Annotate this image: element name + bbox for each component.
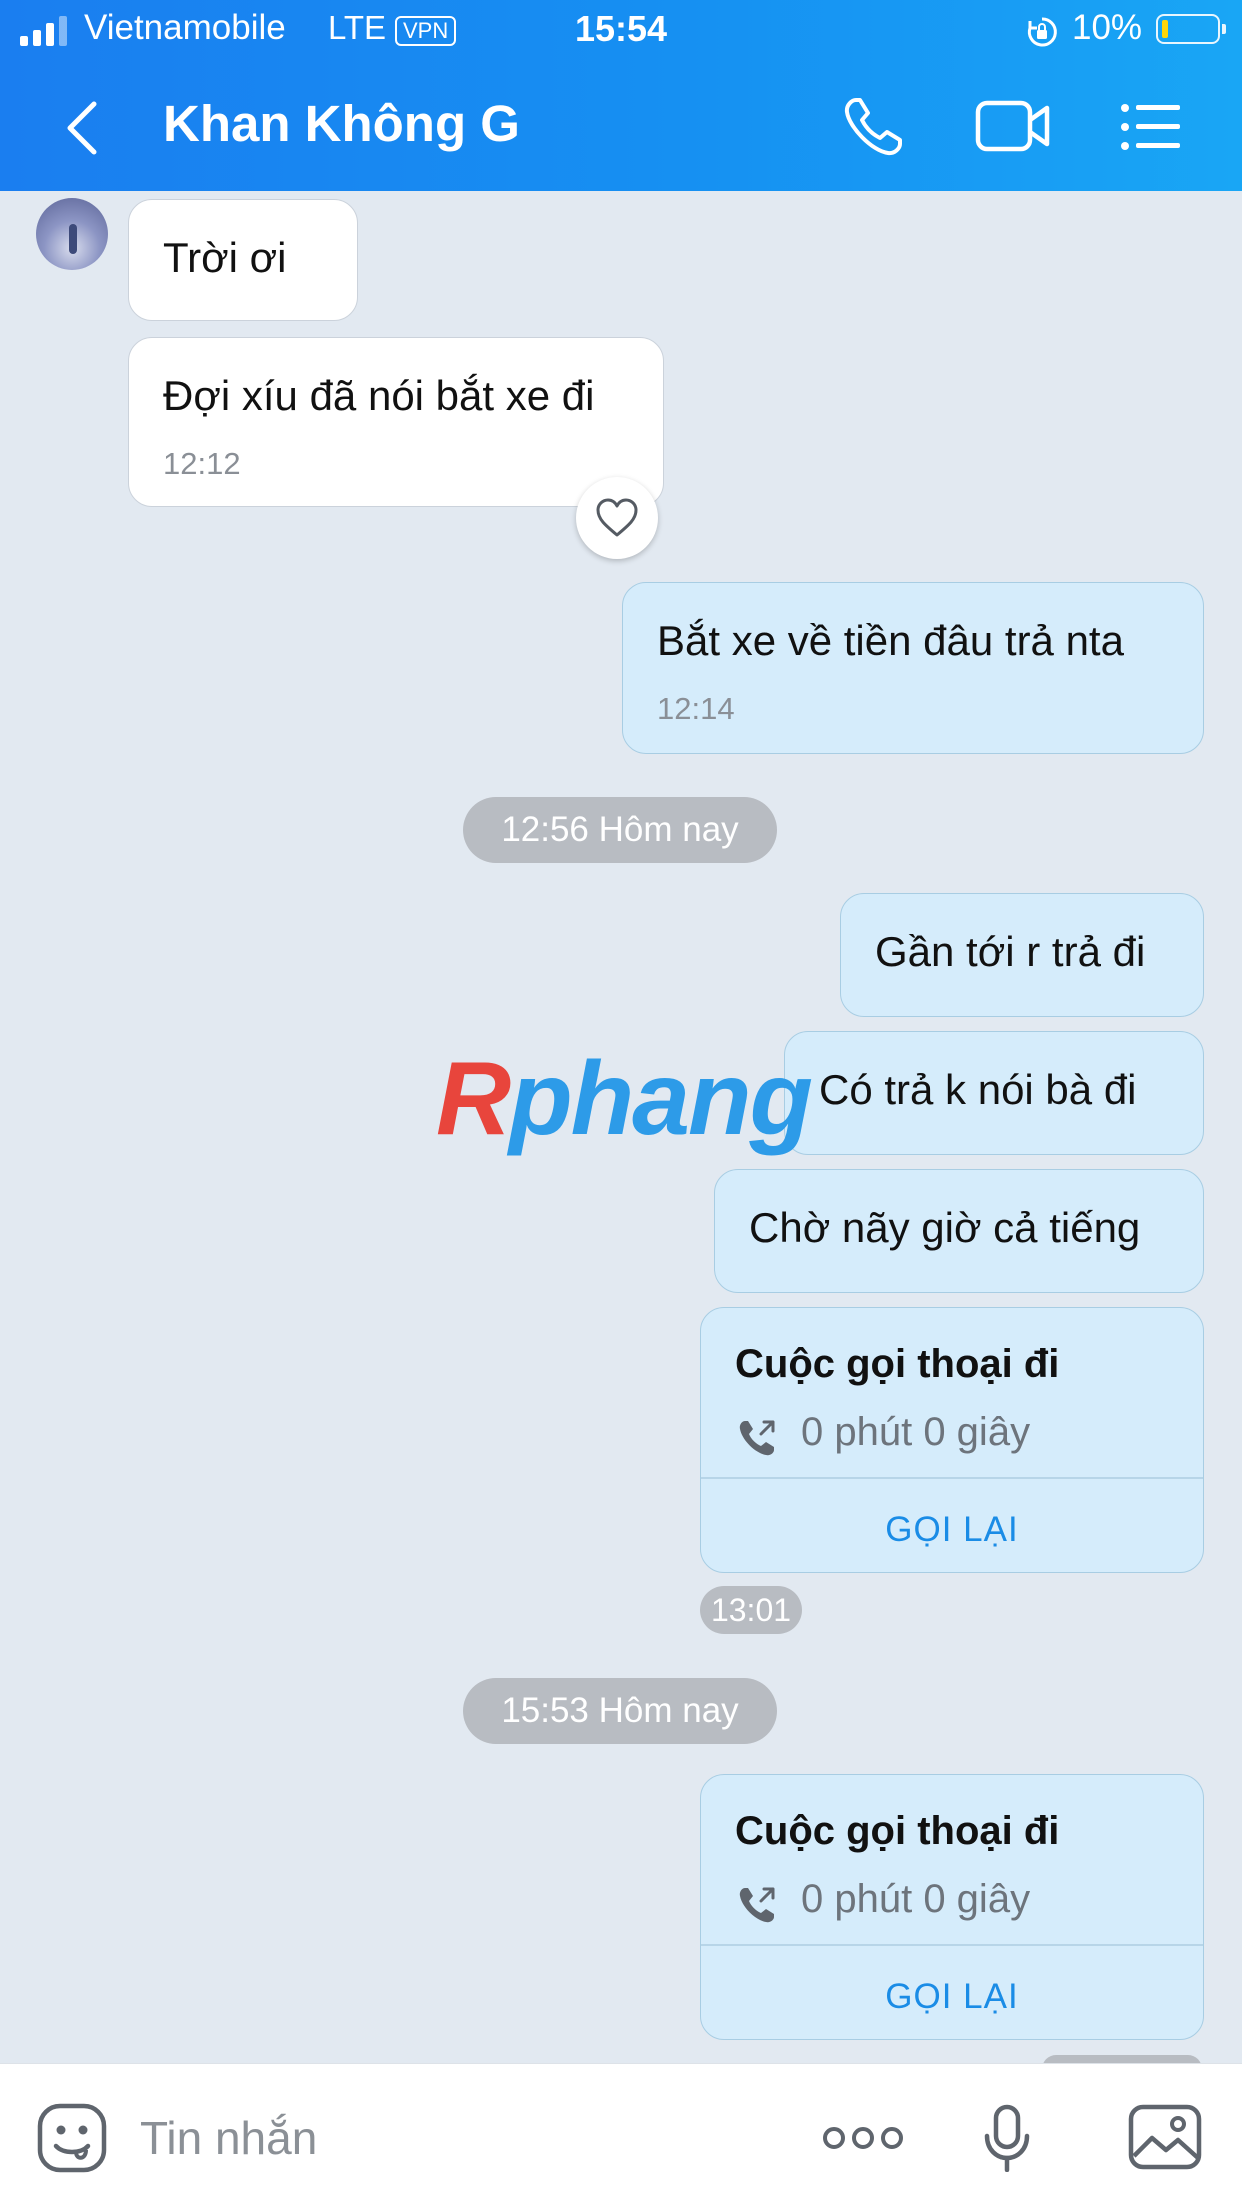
outgoing-call-icon: [739, 1887, 775, 1923]
video-call-icon[interactable]: [975, 98, 1051, 154]
nav-bar: Khan Không G: [0, 62, 1242, 191]
battery-percentage: 10%: [1072, 8, 1143, 47]
message-time-badge: 13:01: [700, 1586, 802, 1634]
message-text: Có trả k nói bà đi: [819, 1066, 1137, 1113]
message-outgoing[interactable]: Bắt xe về tiền đâu trả nta 12:14: [622, 582, 1204, 754]
message-text: Bắt xe về tiền đâu trả nta: [657, 617, 1124, 664]
battery-icon: [1156, 14, 1226, 44]
back-icon[interactable]: [62, 100, 102, 156]
status-bar: Vietnamobile LTE VPN 15:54 10%: [0, 0, 1242, 62]
chat-title[interactable]: Khan Không G: [163, 94, 520, 153]
call-title: Cuộc gọi thoại đi: [735, 1809, 1060, 1853]
chat-header: Vietnamobile LTE VPN 15:54 10% Khan Khôn…: [0, 0, 1242, 191]
more-options-icon[interactable]: [822, 2124, 904, 2152]
date-separator: 15:53 Hôm nay: [463, 1678, 777, 1744]
contact-avatar[interactable]: [36, 198, 108, 270]
phone-icon[interactable]: [842, 96, 904, 158]
outgoing-call-icon: [739, 1420, 775, 1456]
menu-icon[interactable]: [1120, 102, 1182, 152]
message-text: Trời ơi: [163, 234, 287, 281]
message-incoming[interactable]: Đợi xíu đã nói bắt xe đi 12:12: [128, 337, 664, 507]
message-time: 12:12: [163, 446, 241, 481]
message-input[interactable]: [140, 2108, 700, 2168]
heart-icon: [596, 498, 638, 537]
react-heart-button[interactable]: [576, 477, 658, 559]
call-duration: 0 phút 0 giây: [801, 1410, 1031, 1454]
microphone-icon[interactable]: [982, 2104, 1032, 2172]
call-card[interactable]: Cuộc gọi thoại đi 0 phút 0 giây GỌI LẠI: [700, 1307, 1204, 1573]
image-gallery-icon[interactable]: [1128, 2104, 1202, 2170]
watermark-logo: Rphang: [436, 1041, 813, 1157]
message-incoming[interactable]: Trời ơi: [128, 199, 358, 321]
call-back-button[interactable]: GỌI LẠI: [701, 1510, 1203, 1550]
call-card[interactable]: Cuộc gọi thoại đi 0 phút 0 giây GỌI LẠI: [700, 1774, 1204, 2040]
divider: [701, 1944, 1203, 1946]
message-text: Chờ nãy giờ cả tiếng: [749, 1204, 1141, 1251]
call-title: Cuộc gọi thoại đi: [735, 1342, 1060, 1386]
message-input-bar: [0, 2063, 1242, 2209]
message-outgoing[interactable]: Có trả k nói bà đi: [784, 1031, 1204, 1155]
rotation-lock-icon: [1027, 17, 1057, 47]
sticker-icon[interactable]: [36, 2102, 108, 2174]
message-outgoing[interactable]: Chờ nãy giờ cả tiếng: [714, 1169, 1204, 1293]
divider: [701, 1477, 1203, 1479]
message-outgoing[interactable]: Gần tới r trả đi: [840, 893, 1204, 1017]
date-separator: 12:56 Hôm nay: [463, 797, 777, 863]
message-text: Đợi xíu đã nói bắt xe đi: [163, 372, 595, 419]
call-back-button[interactable]: GỌI LẠI: [701, 1977, 1203, 2017]
call-duration: 0 phút 0 giây: [801, 1877, 1031, 1921]
message-time: 12:14: [657, 691, 735, 726]
message-text: Gần tới r trả đi: [875, 928, 1146, 975]
